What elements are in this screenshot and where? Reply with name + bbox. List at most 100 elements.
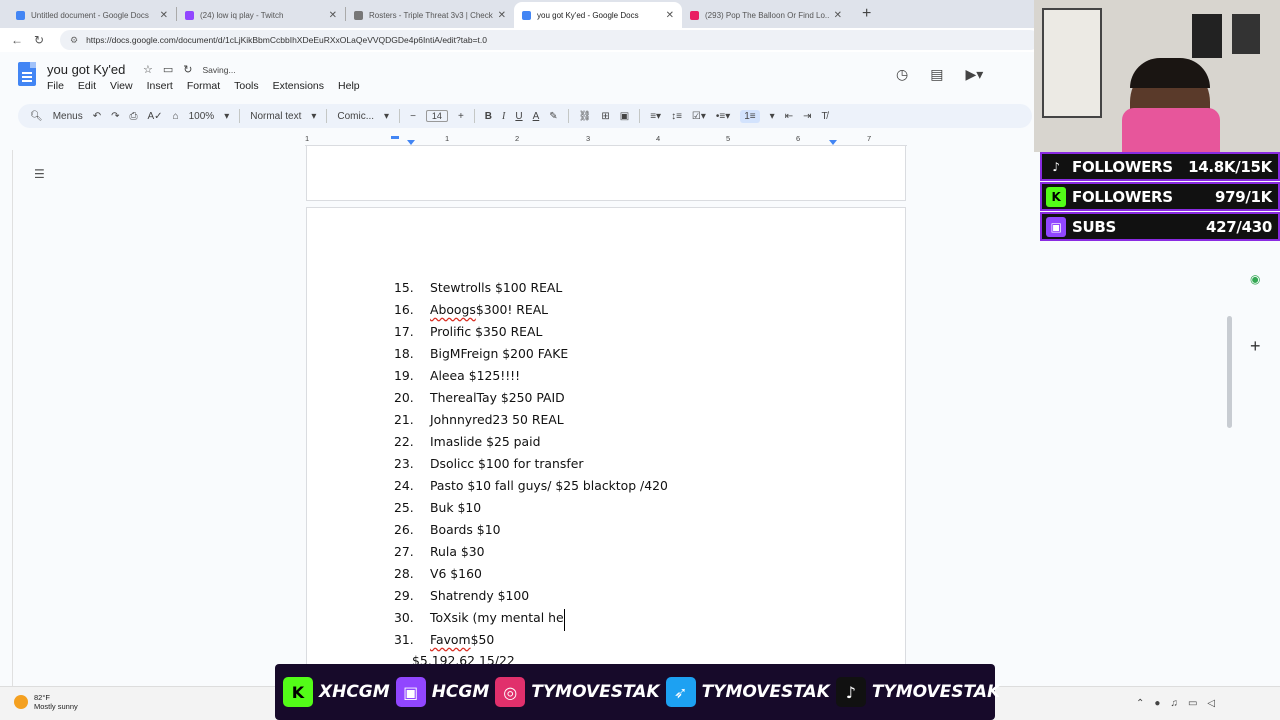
decrease-indent-icon[interactable]: ⇤ <box>785 111 793 122</box>
menu-extensions[interactable]: Extensions <box>273 80 324 92</box>
close-icon[interactable]: ✕ <box>329 10 337 21</box>
paragraph-style-select[interactable]: Normal text <box>250 111 301 122</box>
font-select[interactable]: Comic... <box>337 111 374 122</box>
chevron-down-icon[interactable]: ▾ <box>224 111 229 122</box>
docs-logo-icon[interactable] <box>18 62 36 86</box>
search-menus-label[interactable]: Menus <box>53 111 83 122</box>
list-item[interactable]: 22. Imaslide $25 paid <box>394 433 668 455</box>
document-title[interactable]: you got Ky'ed <box>47 62 125 77</box>
list-item[interactable]: 24. Pasto $10 fall guys/ $25 blacktop /42… <box>394 477 668 499</box>
font-size-input[interactable]: 14 <box>425 110 448 122</box>
site-info-icon[interactable]: ⚙ <box>70 35 78 46</box>
add-addon-icon[interactable]: + <box>1250 336 1261 357</box>
browser-tab[interactable]: Untitled document - Google Docs ✕ <box>8 2 176 28</box>
horizontal-ruler[interactable]: 1 1 2 3 4 5 6 7 <box>305 134 907 146</box>
numbered-list-icon[interactable]: 1≡ <box>740 109 760 123</box>
increase-indent-icon[interactable]: ⇥ <box>803 111 811 122</box>
print-icon[interactable]: ⎙ <box>130 111 138 122</box>
highlight-icon[interactable]: ✎ <box>549 111 557 122</box>
list-item[interactable]: 21. Johnnyred23 50 REAL <box>394 411 668 433</box>
underline-icon[interactable]: U <box>515 111 522 122</box>
list-item[interactable]: 23. Dsolicc $100 for transfer <box>394 455 668 477</box>
reload-icon[interactable]: ↻ <box>28 33 50 47</box>
redo-icon[interactable]: ↷ <box>111 111 119 122</box>
zoom-select[interactable]: 100% <box>189 111 215 122</box>
menu-view[interactable]: View <box>110 80 133 92</box>
page-previous[interactable] <box>306 146 906 201</box>
misspelled-word[interactable]: Favom <box>430 631 471 653</box>
document-outline-icon[interactable]: ☰ <box>34 167 45 181</box>
close-icon[interactable]: ✕ <box>666 10 674 21</box>
network-icon[interactable]: ▭ <box>1188 698 1197 709</box>
app-tray-icon[interactable]: ● <box>1154 698 1160 709</box>
search-menus-icon[interactable]: 🔍︎ <box>30 111 43 122</box>
menu-edit[interactable]: Edit <box>78 80 96 92</box>
insert-image-icon[interactable]: ▣ <box>620 111 629 122</box>
list-item[interactable]: 20. TherealTay $250 PAID <box>394 389 668 411</box>
menu-insert[interactable]: Insert <box>147 80 173 92</box>
list-item[interactable]: 30. ToXsik (my mental he <box>394 609 668 631</box>
twitch-icon: ▣ <box>1046 216 1066 237</box>
chevron-down-icon[interactable]: ▾ <box>384 111 389 122</box>
paint-format-icon[interactable]: ⌂ <box>173 111 179 122</box>
list-item[interactable]: 17. Prolific $350 REAL <box>394 323 668 345</box>
version-history-icon[interactable]: ◷ <box>896 66 908 83</box>
list-item[interactable]: 18. BigMFreign $200 FAKE <box>394 345 668 367</box>
numbered-list[interactable]: 15. Stewtrolls $100 REAL 16. Aboogs $300! … <box>394 279 668 653</box>
comments-icon[interactable]: ▤ <box>930 66 943 83</box>
list-item[interactable]: 19. Aleea $125!!!! <box>394 367 668 389</box>
add-comment-icon[interactable]: ⊞ <box>601 111 609 122</box>
align-icon[interactable]: ≡▾ <box>650 111 661 122</box>
maps-icon[interactable]: ◉ <box>1250 272 1260 286</box>
browser-tab[interactable]: (293) Pop The Balloon Or Find Lo... ✕ <box>682 2 850 28</box>
meet-icon[interactable]: ▶▾ <box>965 66 983 83</box>
weather-widget[interactable]: 82°F Mostly sunny <box>14 693 78 711</box>
move-folder-icon[interactable]: ▭ <box>163 63 173 76</box>
list-item[interactable]: 29. Shatrendy $100 <box>394 587 668 609</box>
url-field[interactable]: ⚙ https://docs.google.com/document/d/1cLj… <box>60 30 1040 50</box>
star-icon[interactable]: ☆ <box>143 63 153 76</box>
list-item[interactable]: 28. V6 $160 <box>394 565 668 587</box>
chevron-down-icon[interactable]: ▾ <box>311 111 316 122</box>
back-icon[interactable]: ← <box>6 33 28 47</box>
undo-icon[interactable]: ↶ <box>93 111 101 122</box>
list-item[interactable]: 25. Buk $10 <box>394 499 668 521</box>
left-indent-handle[interactable] <box>407 140 415 145</box>
scrollbar-thumb[interactable] <box>1227 316 1232 428</box>
misspelled-word[interactable]: Aboogs <box>430 301 476 323</box>
menu-format[interactable]: Format <box>187 80 220 92</box>
spellcheck-icon[interactable]: A✓ <box>148 111 163 122</box>
new-tab-icon[interactable]: + <box>862 5 871 23</box>
close-icon[interactable]: ✕ <box>498 10 506 21</box>
increase-size-icon[interactable]: + <box>458 111 464 122</box>
italic-icon[interactable]: I <box>502 111 505 122</box>
volume-icon[interactable]: ◁ <box>1207 698 1215 709</box>
menu-help[interactable]: Help <box>338 80 360 92</box>
decrease-size-icon[interactable]: − <box>410 111 416 122</box>
close-icon[interactable]: ✕ <box>160 10 168 21</box>
list-item[interactable]: 27. Rula $30 <box>394 543 668 565</box>
text-color-icon[interactable]: A <box>533 111 540 122</box>
close-icon[interactable]: ✕ <box>834 10 842 21</box>
line-spacing-icon[interactable]: ↕≡ <box>671 111 682 122</box>
menu-file[interactable]: File <box>47 80 64 92</box>
list-item[interactable]: 26. Boards $10 <box>394 521 668 543</box>
link-icon[interactable]: ⛓ <box>579 111 592 122</box>
chevron-down-icon[interactable]: ▾ <box>770 111 775 122</box>
list-item[interactable]: 31. Favom $50 <box>394 631 668 653</box>
menu-tools[interactable]: Tools <box>234 80 259 92</box>
checklist-icon[interactable]: ☑▾ <box>692 111 706 122</box>
list-item[interactable]: 16. Aboogs $300! REAL <box>394 301 668 323</box>
bulleted-list-icon[interactable]: •≡▾ <box>716 111 730 122</box>
clear-formatting-icon[interactable]: T̸ <box>821 111 827 122</box>
right-indent-handle[interactable] <box>829 140 837 145</box>
vertical-ruler[interactable] <box>5 150 13 690</box>
bold-icon[interactable]: B <box>485 111 492 122</box>
first-line-indent-handle[interactable] <box>391 136 399 139</box>
list-item[interactable]: 15. Stewtrolls $100 REAL <box>394 279 668 301</box>
browser-tab[interactable]: Rosters - Triple Threat 3v3 | Check ✕ <box>346 2 514 28</box>
mic-icon[interactable]: ♫ <box>1170 698 1178 709</box>
browser-tab-active[interactable]: you got Ky'ed - Google Docs ✕ <box>514 2 682 28</box>
chevron-up-icon[interactable]: ⌃ <box>1136 698 1144 709</box>
browser-tab[interactable]: (24) low iq play - Twitch ✕ <box>177 2 345 28</box>
